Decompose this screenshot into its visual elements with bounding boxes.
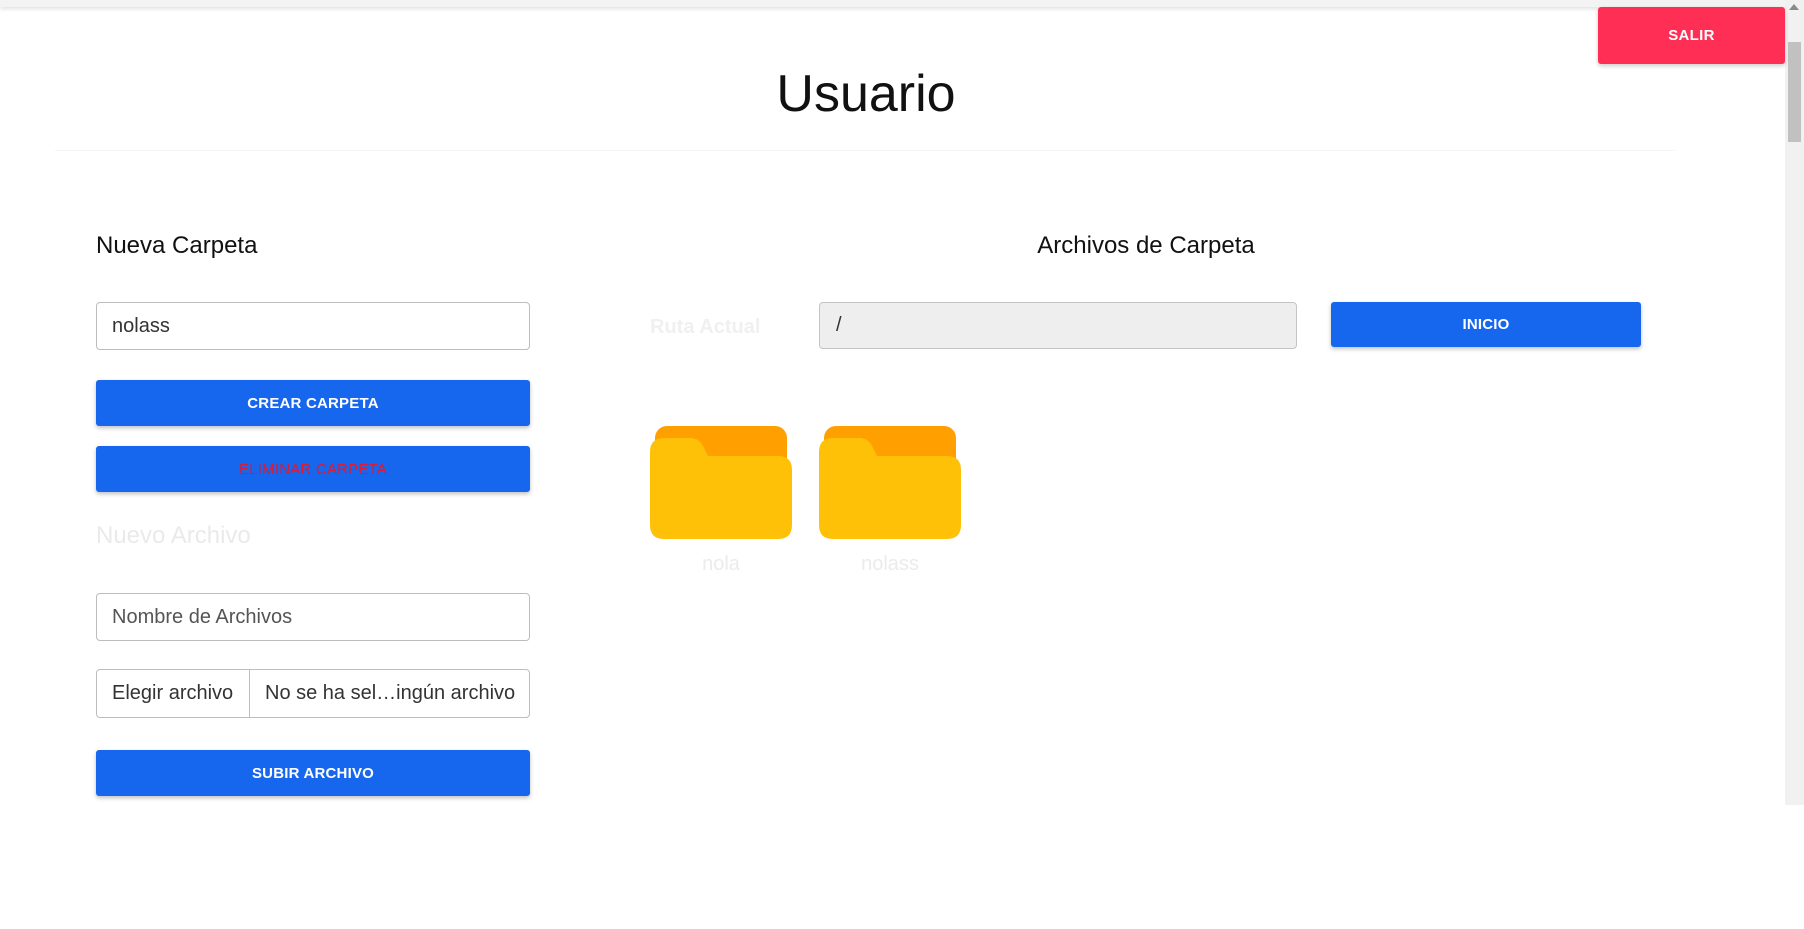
page-title: Usuario <box>776 65 956 123</box>
folder-icon <box>650 426 792 539</box>
title-divider <box>55 150 1675 151</box>
logout-button[interactable]: SALIR <box>1598 7 1785 64</box>
folder-icon <box>819 426 961 539</box>
new-file-heading: Nuevo Archivo <box>96 522 251 549</box>
folder-files-heading: Archivos de Carpeta <box>1037 232 1255 259</box>
create-folder-button[interactable]: CREAR CARPETA <box>96 380 530 426</box>
delete-folder-button[interactable]: ELIMINAR CARPETA <box>96 446 530 492</box>
file-chooser-status: No se ha sel…ingún archivo <box>265 682 516 704</box>
file-chooser[interactable]: Elegir archivo No se ha sel…ingún archiv… <box>96 669 530 718</box>
current-path-value: / <box>836 314 842 336</box>
choose-file-button[interactable]: Elegir archivo <box>97 670 250 717</box>
folder-name: nolass <box>861 553 919 575</box>
folder-name-input[interactable] <box>96 302 530 350</box>
vertical-scrollbar[interactable] <box>1785 0 1804 805</box>
file-name-input[interactable] <box>96 593 530 641</box>
current-path-field: / <box>819 302 1297 349</box>
scroll-up-arrow-icon[interactable] <box>1789 4 1799 10</box>
home-button[interactable]: INICIO <box>1331 302 1641 347</box>
folder-name: nola <box>702 553 740 575</box>
scroll-thumb[interactable] <box>1788 42 1801 142</box>
current-path-label: Ruta Actual <box>650 316 761 338</box>
folder-item[interactable]: nola <box>650 426 792 576</box>
top-bar <box>0 0 1785 7</box>
folder-item[interactable]: nolass <box>819 426 961 576</box>
upload-file-button[interactable]: SUBIR ARCHIVO <box>96 750 530 796</box>
